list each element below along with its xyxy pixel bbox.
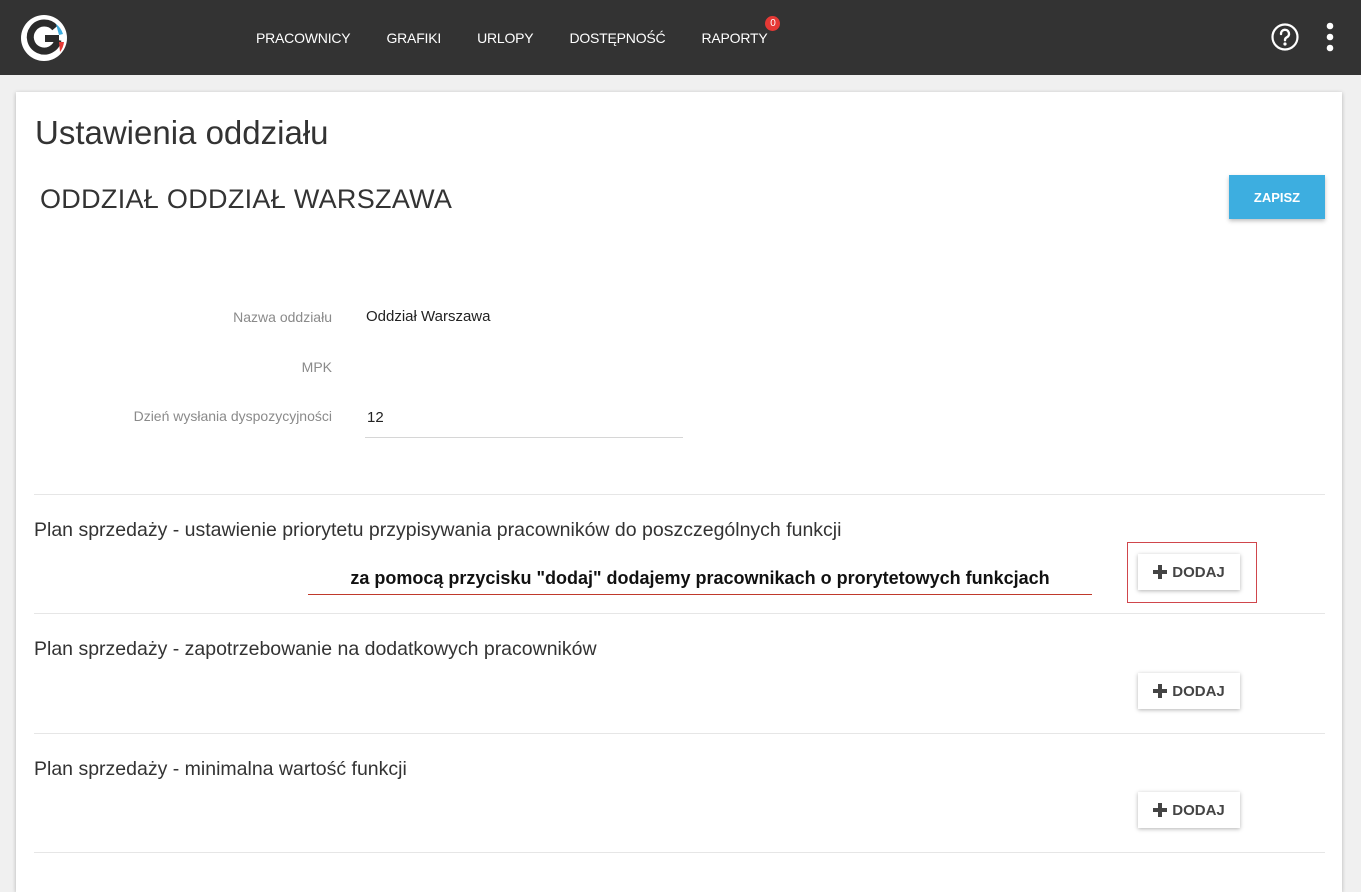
notification-badge: 0: [765, 15, 781, 31]
top-navigation-bar: PRACOWNICY GRAFIKI URLOPY DOSTĘPNOŚĆ RAP…: [0, 0, 1361, 75]
add-priority-button[interactable]: DODAJ: [1138, 554, 1240, 590]
branch-settings-card: Ustawienia oddziału ODDZIAŁ ODDZIAŁ WARS…: [16, 92, 1342, 892]
nav-item-pracownicy[interactable]: PRACOWNICY: [256, 30, 351, 46]
nav-item-dostepnosc[interactable]: DOSTĘPNOŚĆ: [569, 30, 665, 46]
question-circle-icon[interactable]: [1271, 23, 1299, 51]
section-title-extra-workers: Plan sprzedaży - zapotrzebowanie na doda…: [34, 638, 597, 660]
divider: [34, 852, 1325, 853]
dispatch-day-label: Dzień wysłania dyspozycyjności: [133, 408, 332, 424]
plus-icon: [1153, 803, 1168, 817]
divider: [34, 494, 1325, 495]
dispatch-day-input[interactable]: [365, 397, 683, 438]
nav-item-urlopy[interactable]: URLOPY: [477, 30, 534, 46]
add-extra-workers-button[interactable]: DODAJ: [1138, 673, 1240, 709]
divider: [34, 613, 1325, 614]
nav-item-grafiki[interactable]: GRAFIKI: [386, 30, 441, 46]
branch-name-label: Nazwa oddziału: [233, 309, 332, 325]
page-title: Ustawienia oddziału: [35, 114, 329, 151]
plus-icon: [1153, 565, 1168, 579]
mpk-label: MPK: [301, 359, 332, 375]
section-title-min-value: Plan sprzedaży - minimalna wartość funkc…: [34, 758, 407, 780]
nav-item-raporty[interactable]: RAPORTY 0: [701, 15, 781, 46]
add-button-label: DODAJ: [1172, 563, 1225, 581]
nav-item-raporty-label: RAPORTY: [701, 29, 768, 46]
add-button-label: DODAJ: [1172, 801, 1225, 819]
plus-icon: [1153, 684, 1168, 698]
annotation-note: za pomocą przycisku "dodaj" dodajemy pra…: [308, 568, 1092, 595]
section-title-priority: Plan sprzedaży - ustawienie priorytetu p…: [34, 519, 842, 541]
divider: [34, 733, 1325, 734]
add-button-label: DODAJ: [1172, 682, 1225, 700]
branch-title: ODDZIAŁ ODDZIAŁ WARSZAWA: [40, 184, 453, 214]
add-min-value-button[interactable]: DODAJ: [1138, 792, 1240, 828]
vertical-dots-icon[interactable]: [1320, 22, 1340, 52]
save-button[interactable]: ZAPISZ: [1229, 175, 1325, 219]
app-logo[interactable]: [20, 14, 68, 62]
branch-name-value: Oddział Warszawa: [366, 308, 491, 325]
main-nav: PRACOWNICY GRAFIKI URLOPY DOSTĘPNOŚĆ RAP…: [256, 0, 803, 75]
